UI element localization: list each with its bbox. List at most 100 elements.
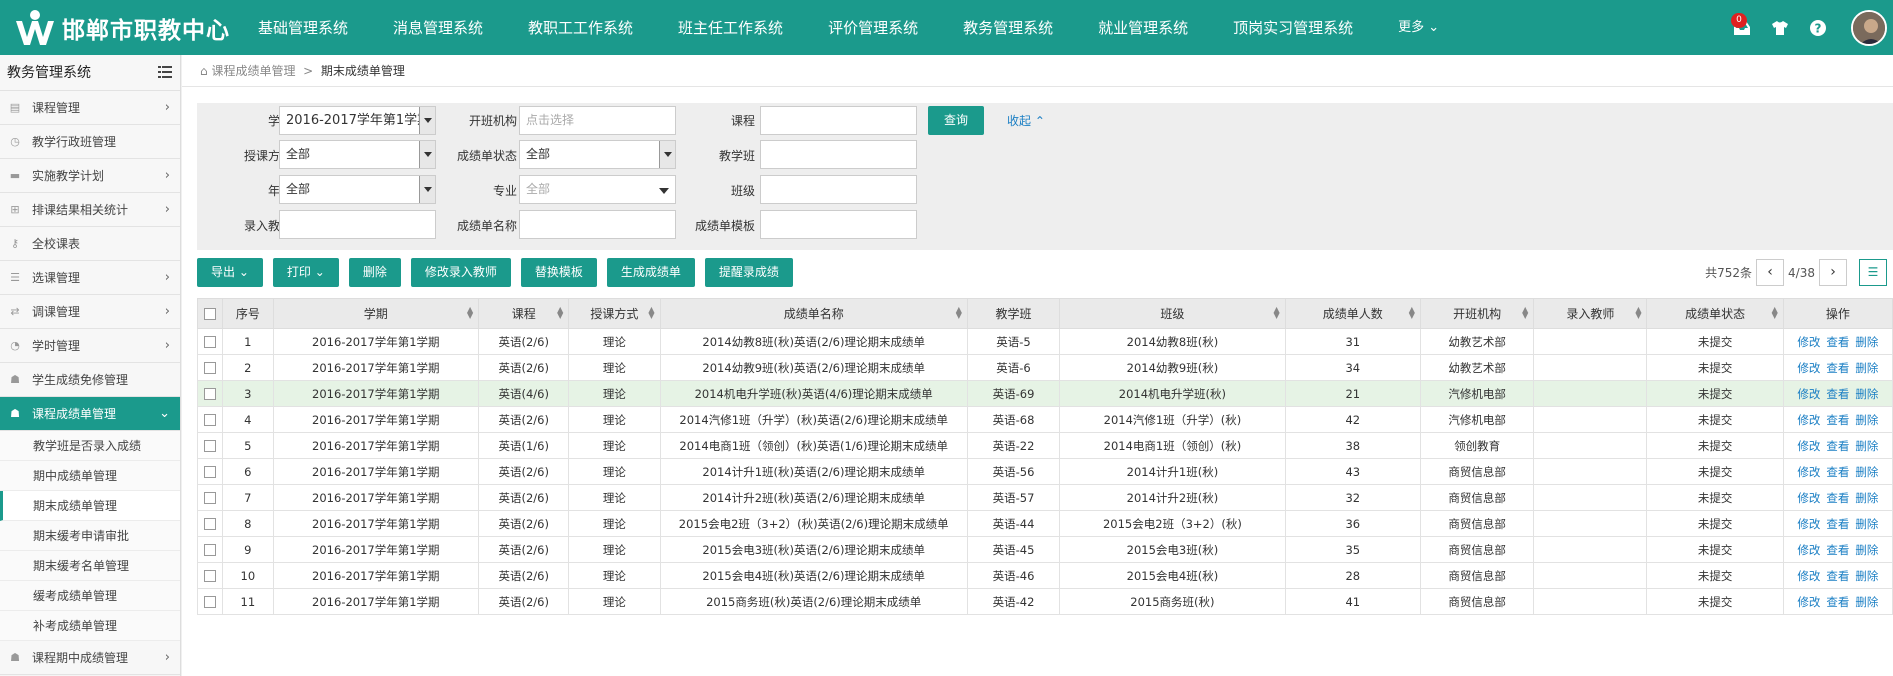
nav-evaluation[interactable]: 评价管理系统 — [810, 0, 936, 55]
col-header-status[interactable]: 成绩单状态 ▲ ▼ — [1646, 298, 1784, 329]
query-button[interactable]: 查询 — [928, 106, 984, 135]
template-input[interactable] — [760, 210, 917, 239]
notification-button[interactable]: 0 — [1723, 0, 1761, 55]
sidebar-subitem-deferred-transcript[interactable]: 缓考成绩单管理 — [0, 581, 180, 611]
col-header-org[interactable]: 开班机构 ▲ ▼ — [1419, 298, 1535, 329]
class-input[interactable] — [760, 140, 917, 169]
edit-link[interactable]: 修改 — [1797, 517, 1820, 531]
view-link[interactable]: 查看 — [1826, 517, 1849, 531]
view-link[interactable]: 查看 — [1826, 335, 1849, 349]
col-header-teacher[interactable]: 录入教师 ▲ ▼ — [1533, 298, 1648, 329]
next-page-button[interactable]: › — [1819, 259, 1847, 286]
row-checkbox[interactable] — [204, 388, 217, 400]
row-checkbox[interactable] — [204, 518, 217, 530]
breadcrumb-parent[interactable]: 课程成绩单管理 — [211, 64, 295, 78]
avatar[interactable] — [1851, 9, 1887, 46]
row-checkbox[interactable] — [204, 336, 217, 348]
transcript-name-input[interactable] — [519, 210, 676, 239]
generate-transcript-button[interactable]: 生成成绩单 — [606, 258, 695, 287]
collapse-link[interactable]: 收起 ⌃ — [1007, 112, 1045, 129]
edit-link[interactable]: 修改 — [1797, 439, 1820, 453]
status-select[interactable]: 全部 — [519, 140, 676, 169]
table-row[interactable]: 2 2016-2017学年第1学期 英语(2/6) 理论 2014幼教9班(秋)英语(2… — [196, 354, 1893, 381]
table-row[interactable]: 6 2016-2017学年第1学期 英语(2/6) 理论 2014计升1班(秋)英语(2… — [196, 458, 1893, 485]
nav-head-teacher[interactable]: 班主任工作系统 — [660, 0, 801, 55]
row-checkbox[interactable] — [204, 362, 217, 374]
delete-link[interactable]: 删除 — [1855, 465, 1878, 479]
row-checkbox[interactable] — [204, 414, 217, 426]
delete-link[interactable]: 删除 — [1855, 335, 1878, 349]
col-header-count[interactable]: 成绩单人数 ▲ ▼ — [1284, 298, 1421, 329]
view-link[interactable]: 查看 — [1826, 569, 1849, 583]
sidebar-item-class-hours[interactable]: ◔ 学时管理 › — [0, 329, 180, 363]
sidebar-subitem-deferral-approval[interactable]: 期末缓考申请审批 — [0, 521, 180, 551]
sidebar-subitem-final[interactable]: 期末成绩单管理 — [0, 491, 180, 521]
sidebar-item-teaching-plan[interactable]: ▬ 实施教学计划 › — [0, 159, 180, 193]
delete-link[interactable]: 删除 — [1855, 361, 1878, 375]
list-toggle-icon[interactable] — [158, 66, 172, 78]
row-checkbox[interactable] — [204, 440, 217, 452]
sidebar-subitem-deferral-list[interactable]: 期末缓考名单管理 — [0, 551, 180, 581]
course-input[interactable] — [760, 106, 917, 135]
edit-link[interactable]: 修改 — [1797, 465, 1820, 479]
col-header-name[interactable]: 成绩单名称 ▲ ▼ — [659, 298, 968, 329]
replace-template-button[interactable]: 替换模板 — [520, 258, 597, 287]
table-row[interactable]: 5 2016-2017学年第1学期 英语(1/6) 理论 2014电商1班（领创）(秋)… — [196, 432, 1893, 459]
view-link[interactable]: 查看 — [1826, 491, 1849, 505]
logo[interactable]: 邯郸市职教中心 — [14, 8, 230, 48]
delete-button[interactable]: 删除 — [348, 258, 401, 287]
delete-link[interactable]: 删除 — [1855, 595, 1878, 609]
col-header-mode[interactable]: 授课方式 ▲ ▼ — [568, 298, 661, 329]
org-input[interactable]: 点击选择 — [519, 106, 676, 135]
edit-link[interactable]: 修改 — [1797, 335, 1820, 349]
delete-link[interactable]: 删除 — [1855, 543, 1878, 557]
sidebar-item-midterm-grades[interactable]: ☗ 课程期中成绩管理 › — [0, 641, 180, 675]
select-all-checkbox[interactable] — [204, 308, 217, 320]
view-link[interactable]: 查看 — [1826, 387, 1849, 401]
sidebar-subitem-grade-entered[interactable]: 教学班是否录入成绩 — [0, 431, 180, 461]
delete-link[interactable]: 删除 — [1855, 491, 1878, 505]
nav-staff-work[interactable]: 教职工工作系统 — [510, 0, 651, 55]
sidebar-item-exemption[interactable]: ☗ 学生成绩免修管理 — [0, 363, 180, 397]
prev-page-button[interactable]: ‹ — [1756, 259, 1785, 286]
sidebar-item-schedule-stats[interactable]: ⊞ 排课结果相关统计 › — [0, 193, 180, 227]
nav-academic-affairs[interactable]: 教务管理系统 — [945, 0, 1071, 55]
row-checkbox[interactable] — [204, 596, 217, 608]
table-row[interactable]: 4 2016-2017学年第1学期 英语(2/6) 理论 2014汽修1班（升学）(秋)… — [196, 406, 1893, 433]
delete-link[interactable]: 删除 — [1855, 439, 1878, 453]
delete-link[interactable]: 删除 — [1855, 569, 1878, 583]
col-header-class[interactable]: 班级 ▲ ▼ — [1059, 298, 1286, 329]
table-row[interactable]: 1 2016-2017学年第1学期 英语(2/6) 理论 2014幼教8班(秋)英语(2… — [196, 328, 1893, 355]
table-row[interactable]: 10 2016-2017学年第1学期 英语(2/6) 理论 2015会电4班(秋)英语(… — [196, 562, 1893, 589]
delete-link[interactable]: 删除 — [1855, 517, 1878, 531]
sidebar-item-course-management[interactable]: ▤ 课程管理 › — [0, 91, 180, 125]
help-button[interactable]: ? — [1799, 0, 1837, 55]
home-icon[interactable]: ⌂ — [200, 64, 208, 78]
view-link[interactable]: 查看 — [1826, 543, 1849, 557]
table-row[interactable]: 11 2016-2017学年第1学期 英语(2/6) 理论 2015商务班(秋)英语(2… — [196, 588, 1893, 615]
table-row[interactable]: 3 2016-2017学年第1学期 英语(4/6) 理论 2014机电升学班(秋)英语(… — [196, 380, 1893, 407]
view-link[interactable]: 查看 — [1826, 361, 1849, 375]
view-link[interactable]: 查看 — [1826, 439, 1849, 453]
row-checkbox[interactable] — [204, 492, 217, 504]
row-checkbox[interactable] — [204, 466, 217, 478]
col-header-course[interactable]: 课程 ▲ ▼ — [478, 298, 570, 329]
sidebar-subitem-midterm[interactable]: 期中成绩单管理 — [0, 461, 180, 491]
edit-link[interactable]: 修改 — [1797, 361, 1820, 375]
col-header-term[interactable]: 学期 ▲ ▼ — [272, 298, 480, 329]
delete-link[interactable]: 删除 — [1855, 387, 1878, 401]
sidebar-item-transcript-management[interactable]: ☗ 课程成绩单管理 ⌄ — [0, 397, 180, 431]
remind-entry-button[interactable]: 提醒录成绩 — [704, 258, 793, 287]
column-menu-button[interactable]: ☰ — [1859, 259, 1887, 286]
sidebar-item-school-timetable[interactable]: ⚷ 全校课表 — [0, 227, 180, 261]
edit-link[interactable]: 修改 — [1797, 491, 1820, 505]
change-teacher-button[interactable]: 修改录入教师 — [410, 258, 511, 287]
nav-basic-management[interactable]: 基础管理系统 — [240, 0, 366, 55]
mode-select[interactable]: 全部 — [279, 140, 436, 169]
edit-link[interactable]: 修改 — [1797, 413, 1820, 427]
term-select[interactable]: 2016-2017学年第1学期 — [279, 106, 436, 135]
table-row[interactable]: 7 2016-2017学年第1学期 英语(2/6) 理论 2014计升2班(秋)英语(2… — [196, 484, 1893, 511]
edit-link[interactable]: 修改 — [1797, 595, 1820, 609]
view-link[interactable]: 查看 — [1826, 413, 1849, 427]
edit-link[interactable]: 修改 — [1797, 543, 1820, 557]
